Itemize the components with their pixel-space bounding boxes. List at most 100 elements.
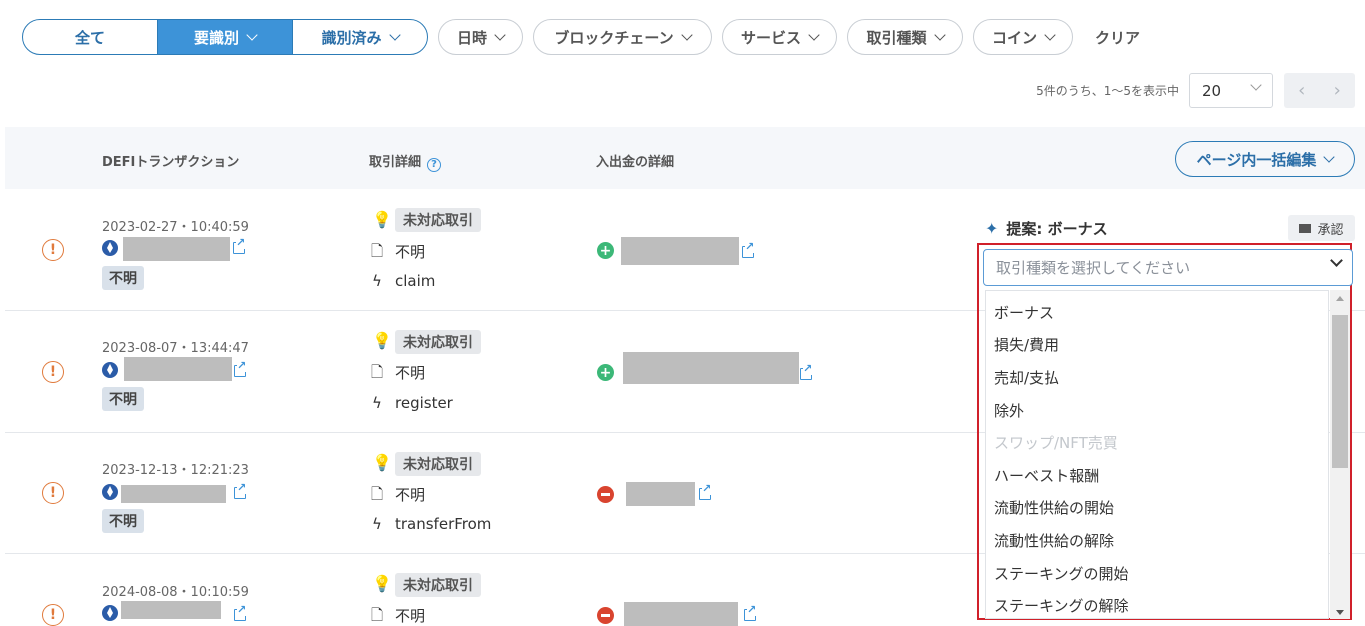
method-text: transferFrom bbox=[395, 515, 492, 533]
external-link-icon[interactable] bbox=[233, 237, 246, 254]
option-loss-expense[interactable]: 損失/費用 bbox=[994, 334, 1059, 355]
external-link-icon[interactable] bbox=[744, 604, 757, 621]
redacted-address bbox=[124, 357, 232, 381]
header-transfer-detail: 入出金の詳細 bbox=[596, 155, 675, 170]
ethereum-icon bbox=[102, 240, 118, 256]
chevron-down-icon bbox=[388, 28, 401, 41]
transaction-datetime: 2023-12-13・12:21:23 bbox=[102, 463, 249, 478]
redacted-address bbox=[121, 485, 226, 503]
filter-blockchain[interactable]: ブロックチェーン bbox=[533, 19, 712, 55]
ethereum-icon bbox=[102, 605, 118, 621]
segment-all-label: 全て bbox=[74, 28, 105, 47]
external-link-icon[interactable] bbox=[234, 360, 247, 377]
filter-transaction-type[interactable]: 取引種類 bbox=[847, 19, 963, 55]
status-tag: 不明 bbox=[102, 266, 144, 290]
external-link-icon[interactable] bbox=[800, 363, 813, 380]
header-transaction-detail-label: 取引詳細 bbox=[369, 155, 422, 170]
status-segmented-control: 全て 要識別 識別済み bbox=[22, 19, 428, 55]
category-text: 不明 bbox=[395, 243, 426, 261]
document-icon: 🗋 bbox=[371, 242, 384, 260]
redacted-address bbox=[121, 601, 221, 619]
prev-page-icon[interactable]: ‹ bbox=[1284, 73, 1320, 108]
transaction-datetime: 2023-02-27・10:40:59 bbox=[102, 220, 249, 235]
category-text: 不明 bbox=[395, 607, 426, 625]
option-sale-payment[interactable]: 売却/支払 bbox=[994, 367, 1059, 388]
clear-filters-button[interactable]: クリア bbox=[1095, 27, 1140, 48]
redacted-amount bbox=[623, 352, 799, 384]
unsupported-tag: 未対応取引 bbox=[395, 573, 481, 597]
lightning-icon: ϟ bbox=[372, 394, 382, 412]
lightbulb-icon: 💡 bbox=[372, 453, 392, 472]
suggestion: ✦ 提案: ボーナス bbox=[985, 218, 1108, 239]
filter-datetime[interactable]: 日時 bbox=[438, 19, 523, 55]
incoming-icon: + bbox=[597, 242, 614, 259]
header-transaction-detail: 取引詳細? bbox=[369, 151, 442, 172]
filter-blockchain-label: ブロックチェーン bbox=[554, 28, 674, 47]
scrollbar-thumb[interactable] bbox=[1332, 315, 1348, 468]
option-liquidity-end[interactable]: 流動性供給の解除 bbox=[994, 530, 1114, 551]
redacted-amount bbox=[624, 602, 738, 626]
warning-icon: ! bbox=[42, 604, 64, 626]
option-bonus[interactable]: ボーナス bbox=[994, 302, 1054, 323]
approve-button[interactable]: 承認 bbox=[1288, 215, 1355, 241]
segment-all[interactable]: 全て bbox=[23, 20, 157, 54]
suggestion-label: 提案: ボーナス bbox=[1006, 220, 1108, 238]
filter-datetime-label: 日時 bbox=[456, 28, 487, 47]
bulk-edit-label: ページ内一括編集 bbox=[1196, 150, 1317, 169]
scroll-down-icon[interactable] bbox=[1336, 610, 1344, 615]
segment-needs-identification-label: 要識別 bbox=[193, 28, 239, 47]
option-harvest-reward[interactable]: ハーベスト報酬 bbox=[994, 465, 1099, 486]
chevron-down-icon bbox=[933, 28, 946, 41]
ethereum-icon bbox=[102, 362, 118, 378]
per-page-select[interactable]: 20 bbox=[1189, 73, 1273, 108]
lightning-icon: ϟ bbox=[372, 515, 382, 533]
chevron-down-icon bbox=[808, 28, 820, 41]
redacted-address bbox=[123, 237, 230, 261]
external-link-icon[interactable] bbox=[742, 241, 755, 258]
option-swap-nft: スワップ/NFT売買 bbox=[994, 434, 1118, 452]
mail-icon bbox=[1299, 223, 1312, 233]
filter-service-label: サービス bbox=[740, 28, 801, 47]
segment-identified[interactable]: 識別済み bbox=[292, 20, 427, 54]
option-staking-end[interactable]: ステーキングの解除 bbox=[994, 595, 1129, 616]
filter-service[interactable]: サービス bbox=[722, 19, 837, 55]
transaction-type-options: ボーナス 損失/費用 売却/支払 除外 スワップ/NFT売買 ハーベスト報酬 流… bbox=[985, 290, 1329, 619]
next-page-icon[interactable]: › bbox=[1320, 73, 1356, 108]
status-tag: 不明 bbox=[102, 509, 144, 533]
chevron-down-icon bbox=[1250, 79, 1262, 91]
transaction-type-select[interactable]: 取引種類を選択してください bbox=[983, 249, 1353, 286]
bulk-edit-button[interactable]: ページ内一括編集 bbox=[1175, 141, 1355, 177]
unsupported-tag: 未対応取引 bbox=[395, 330, 481, 354]
chevron-down-icon bbox=[1323, 150, 1336, 163]
header-defi-transaction: DEFIトランザクション bbox=[102, 155, 240, 170]
external-link-icon[interactable] bbox=[699, 483, 712, 500]
segment-needs-identification[interactable]: 要識別 bbox=[157, 20, 292, 54]
option-liquidity-start[interactable]: 流動性供給の開始 bbox=[994, 497, 1114, 518]
lightning-icon: ϟ bbox=[372, 272, 382, 290]
unsupported-tag: 未対応取引 bbox=[395, 208, 481, 232]
option-exclude[interactable]: 除外 bbox=[994, 400, 1024, 421]
status-tag: 不明 bbox=[102, 387, 144, 411]
chevron-down-icon bbox=[680, 28, 693, 41]
chevron-down-icon bbox=[494, 28, 506, 41]
category-text: 不明 bbox=[395, 364, 426, 382]
filter-bar: 全て 要識別 識別済み 日時 ブロックチェーン サービス 取引種類 コイン クリ… bbox=[22, 19, 1140, 55]
filter-coin[interactable]: コイン bbox=[973, 19, 1073, 55]
category-text: 不明 bbox=[395, 486, 426, 504]
incoming-icon: + bbox=[597, 364, 614, 381]
method-text: claim bbox=[395, 272, 436, 290]
external-link-icon[interactable] bbox=[234, 604, 247, 621]
pagination-summary: 5件のうち、1〜5を表示中 bbox=[1036, 84, 1179, 98]
magic-wand-icon: ✦ bbox=[985, 219, 999, 238]
filter-transaction-type-label: 取引種類 bbox=[866, 28, 927, 47]
external-link-icon[interactable] bbox=[234, 482, 247, 499]
option-staking-start[interactable]: ステーキングの開始 bbox=[994, 563, 1129, 584]
help-icon[interactable]: ? bbox=[427, 158, 442, 172]
lightbulb-icon: 💡 bbox=[372, 574, 392, 593]
ethereum-icon bbox=[102, 484, 118, 500]
redacted-amount bbox=[621, 237, 739, 265]
method-text: register bbox=[395, 394, 453, 412]
document-icon: 🗋 bbox=[371, 485, 384, 503]
scroll-up-icon[interactable] bbox=[1336, 296, 1344, 301]
warning-icon: ! bbox=[42, 361, 64, 383]
